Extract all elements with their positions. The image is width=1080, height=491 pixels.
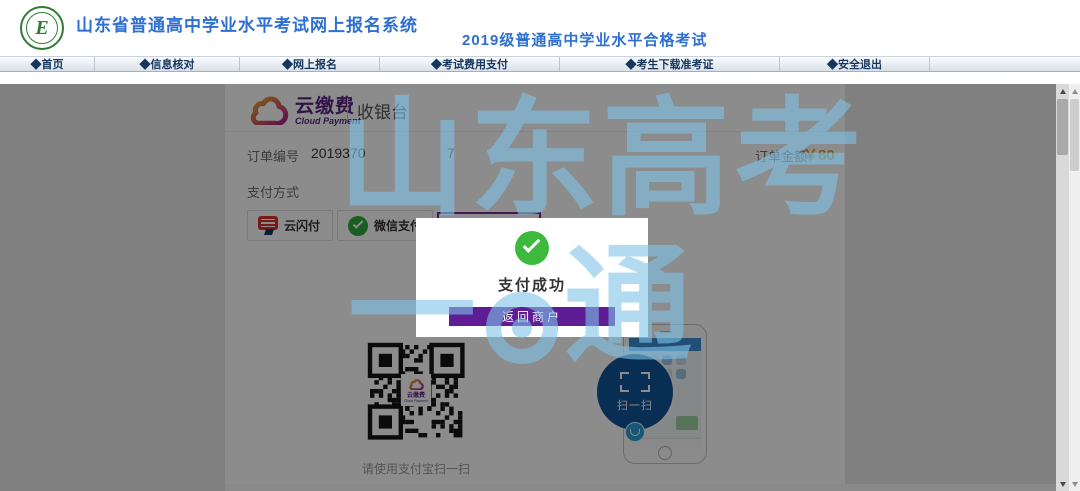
nav-item-download-admission-ticket[interactable]: ◆考生下载准考证	[560, 57, 780, 71]
page-title: 山东省普通高中学业水平考试网上报名系统	[76, 11, 418, 36]
nav-filler	[930, 57, 1080, 71]
outer-scroll-up-icon[interactable]	[1069, 84, 1080, 98]
inner-scrollbar[interactable]	[1056, 84, 1069, 491]
main-nav: ◆首页 ◆信息核对 ◆网上报名 ◆考试费用支付 ◆考生下载准考证 ◆安全退出	[0, 56, 1080, 72]
outer-scrollbar[interactable]	[1069, 84, 1080, 491]
return-to-merchant-button[interactable]: 返回商户	[449, 307, 615, 326]
outer-scroll-down-icon[interactable]	[1069, 477, 1080, 491]
outer-scrollbar-thumb[interactable]	[1070, 99, 1079, 171]
nav-item-safe-logout[interactable]: ◆安全退出	[780, 57, 930, 71]
nav-item-home[interactable]: ◆首页	[0, 57, 95, 71]
inner-scroll-down-icon[interactable]	[1056, 477, 1069, 491]
site-header: E 山东省普通高中学业水平考试网上报名系统 2019级普通高中学业水平合格考试	[0, 0, 1080, 56]
nav-gap	[0, 73, 1080, 84]
payment-success-dialog: 支付成功 返回商户	[416, 218, 648, 337]
nav-item-exam-fee-payment[interactable]: ◆考试费用支付	[380, 57, 560, 71]
logo-letter: E	[26, 12, 58, 44]
check-circle-icon	[515, 231, 549, 265]
inner-scrollbar-thumb[interactable]	[1057, 99, 1068, 155]
nav-item-online-registration[interactable]: ◆网上报名	[240, 57, 380, 71]
site-logo-icon: E	[20, 6, 64, 50]
inner-scroll-up-icon[interactable]	[1056, 84, 1069, 98]
page: E 山东省普通高中学业水平考试网上报名系统 2019级普通高中学业水平合格考试 …	[0, 0, 1080, 491]
nav-item-info-check[interactable]: ◆信息核对	[95, 57, 240, 71]
payment-success-text: 支付成功	[498, 274, 566, 295]
exam-subtitle: 2019级普通高中学业水平合格考试	[462, 29, 707, 50]
